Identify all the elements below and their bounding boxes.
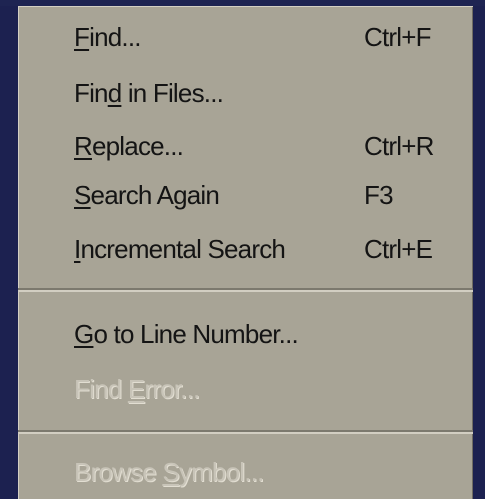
menu-item-browse-symbol-label: Browse Symbol... <box>74 457 264 487</box>
menu-item-incremental-search-shortcut: Ctrl+E <box>364 234 433 264</box>
search-menu-dropdown: Find... Ctrl+F Find in Files... Replace.… <box>18 6 473 499</box>
menu-item-incremental-search[interactable]: Incremental Search Ctrl+E <box>74 227 464 271</box>
menu-item-find-label: Find... <box>74 22 141 52</box>
menu-separator <box>18 430 473 434</box>
menu-item-go-to-line-number[interactable]: Go to Line Number... <box>74 312 464 356</box>
menu-item-find-shortcut: Ctrl+F <box>364 22 431 52</box>
menu-item-search-again-shortcut: F3 <box>364 180 394 210</box>
menu-item-search-again-label: Search Again <box>74 180 220 210</box>
menu-item-find-in-files-label: Find in Files... <box>74 78 224 108</box>
menu-item-find[interactable]: Find... Ctrl+F <box>74 15 464 59</box>
menu-item-find-error[interactable]: Find Error... <box>74 367 464 411</box>
menu-item-find-in-files[interactable]: Find in Files... <box>74 71 464 115</box>
menu-item-browse-symbol[interactable]: Browse Symbol... <box>74 450 464 494</box>
desktop-background-left <box>0 0 18 499</box>
menu-item-replace[interactable]: Replace... Ctrl+R <box>74 124 464 168</box>
menu-item-go-to-line-number-label: Go to Line Number... <box>74 319 299 349</box>
menu-item-find-error-label: Find Error... <box>74 374 200 404</box>
menu-item-incremental-search-label: Incremental Search <box>74 234 286 264</box>
menu-item-search-again[interactable]: Search Again F3 <box>74 173 464 217</box>
menu-item-replace-label: Replace... <box>74 131 184 161</box>
menu-item-replace-shortcut: Ctrl+R <box>364 131 434 161</box>
desktop-background-right <box>473 0 485 499</box>
menu-separator <box>18 288 473 292</box>
